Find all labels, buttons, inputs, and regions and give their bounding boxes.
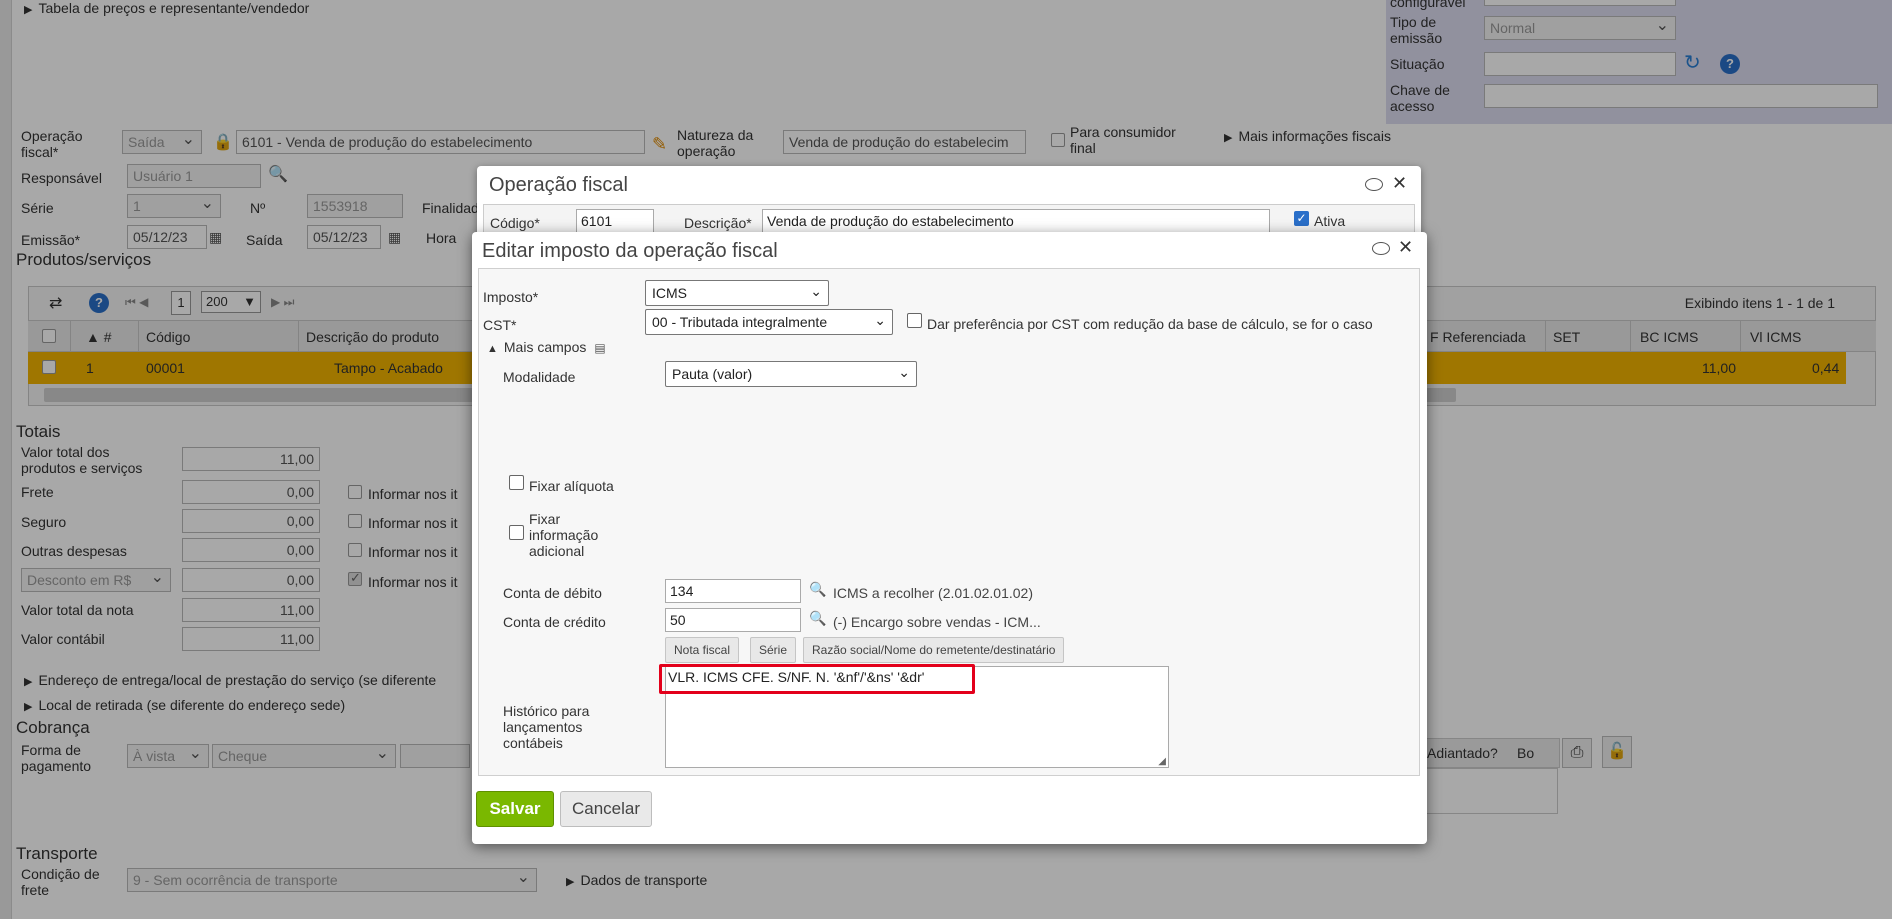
- fixar-info-label: Fixar informação adicional: [529, 511, 599, 559]
- preferencia-cst-checkbox[interactable]: [907, 313, 922, 328]
- cst-select[interactable]: 00 - Tributada integralmente ⌄: [645, 309, 893, 335]
- cst-value: 00 - Tributada integralmente: [652, 314, 828, 330]
- comment-icon[interactable]: [1372, 242, 1390, 255]
- modalidade-value: Pauta (valor): [672, 366, 753, 382]
- conta-credito-label: Conta de crédito: [503, 614, 606, 630]
- cst-label: CST*: [483, 317, 517, 333]
- imposto-label: Imposto*: [483, 289, 539, 305]
- editar-imposto-dialog: Editar imposto da operação fiscal ✕ Impo…: [472, 232, 1427, 844]
- modalidade-select[interactable]: Pauta (valor) ⌄: [665, 361, 917, 387]
- conta-credito-desc: (-) Encargo sobre vendas - ICM...: [833, 614, 1041, 630]
- descricao-field[interactable]: Venda de produção do estabelecimento: [762, 209, 1270, 233]
- modalidade-label: Modalidade: [503, 369, 576, 385]
- cancel-button[interactable]: Cancelar: [560, 791, 652, 827]
- imposto-select[interactable]: ICMS ⌄: [645, 280, 829, 306]
- conta-debito-field[interactable]: 134: [665, 579, 801, 603]
- ativa-label: Ativa: [1314, 213, 1346, 229]
- insert-serie-button[interactable]: Série: [750, 637, 797, 663]
- resize-handle-icon[interactable]: ◢: [1158, 756, 1166, 767]
- comment-icon[interactable]: [1365, 178, 1383, 191]
- search-icon[interactable]: 🔍: [809, 610, 826, 627]
- chevron-down-icon: ⌄: [898, 364, 910, 380]
- chevron-down-icon: ⌄: [810, 283, 822, 299]
- operacao-fiscal-dialog-title: Operação fiscal: [489, 174, 628, 196]
- chevron-down-icon: ⌄: [874, 312, 886, 328]
- triangle-down-icon: ▲: [487, 343, 498, 355]
- fixar-aliquota-checkbox[interactable]: [509, 475, 524, 490]
- ativa-checkbox[interactable]: ✓: [1294, 211, 1309, 226]
- highlight-box: [659, 664, 975, 694]
- conta-debito-desc: ICMS a recolher (2.01.02.01.02): [833, 585, 1033, 601]
- close-icon[interactable]: ✕: [1398, 237, 1413, 258]
- fixar-info-checkbox[interactable]: [509, 525, 524, 540]
- dialog-form: Imposto* ICMS ⌄ CST* 00 - Tributada integ…: [478, 268, 1420, 776]
- mais-campos-label: Mais campos: [503, 339, 587, 355]
- conta-debito-label: Conta de débito: [503, 585, 602, 601]
- codigo-field[interactable]: 6101: [576, 209, 654, 233]
- insert-nota-fiscal-button[interactable]: Nota fiscal: [665, 637, 740, 663]
- document-icon: ▤: [594, 341, 606, 355]
- conta-credito-field[interactable]: 50: [665, 608, 801, 632]
- imposto-value: ICMS: [652, 285, 687, 301]
- search-icon[interactable]: 🔍: [809, 581, 826, 598]
- descricao-label: Descrição*: [684, 215, 752, 231]
- historico-label: Histórico para lançamentos contábeis: [503, 703, 590, 751]
- preferencia-cst-label: Dar preferência por CST com redução da b…: [927, 316, 1373, 332]
- fixar-aliquota-label: Fixar alíquota: [529, 478, 614, 494]
- save-button[interactable]: Salvar: [476, 791, 554, 827]
- codigo-label: Código*: [490, 215, 540, 231]
- dialog-title: Editar imposto da operação fiscal: [482, 240, 778, 262]
- mais-campos-toggle[interactable]: ▲ Mais campos ▤: [487, 339, 606, 357]
- insert-razao-social-button[interactable]: Razão social/Nome do remetente/destinatá…: [803, 637, 1065, 663]
- close-icon[interactable]: ✕: [1392, 173, 1407, 194]
